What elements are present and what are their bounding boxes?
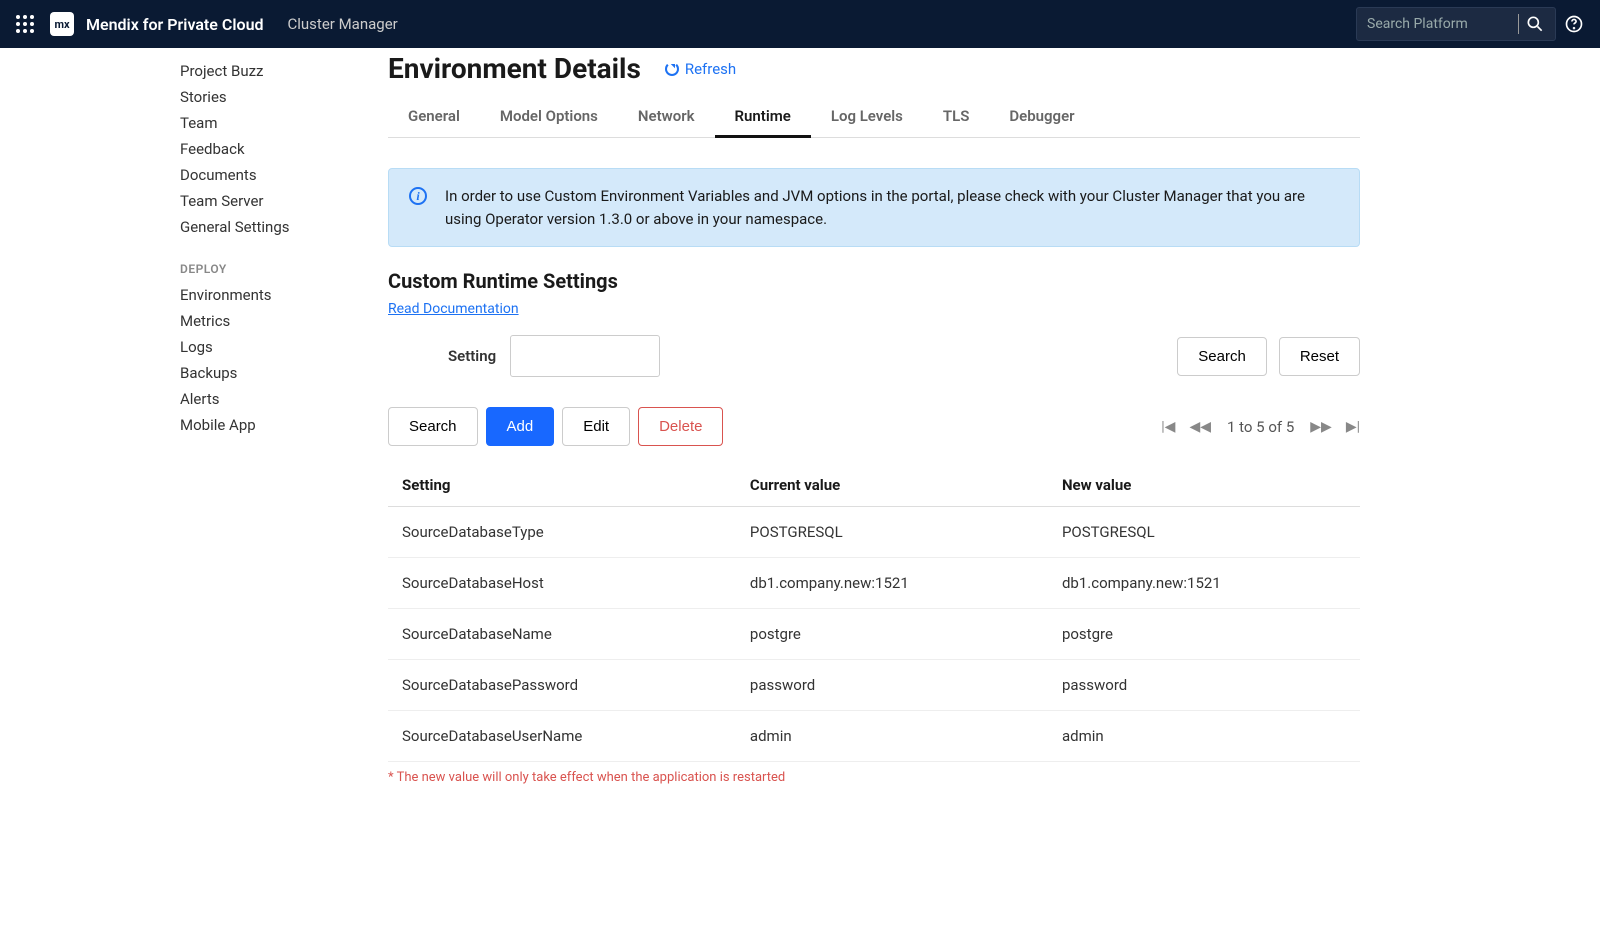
pagination-text: 1 to 5 of 5 [1227, 418, 1294, 436]
first-page-icon[interactable]: |◀ [1161, 419, 1175, 435]
sidebar-item-stories[interactable]: Stories [180, 84, 388, 110]
search-platform-input[interactable]: Search Platform [1356, 7, 1556, 41]
next-page-icon[interactable]: ▶▶ [1310, 419, 1332, 435]
apps-menu-icon[interactable] [16, 15, 34, 33]
cell-setting: SourceDatabaseType [388, 507, 736, 558]
search-divider [1518, 14, 1519, 34]
last-page-icon[interactable]: ▶| [1346, 419, 1360, 435]
cell-new: POSTGRESQL [1048, 507, 1360, 558]
refresh-button[interactable]: Refresh [665, 60, 736, 78]
table-header-new-value: New value [1048, 464, 1360, 507]
search-button[interactable]: Search [1177, 337, 1267, 376]
tab-tls[interactable]: TLS [923, 95, 989, 137]
main-content: Environment Details Refresh GeneralModel… [388, 48, 1408, 825]
info-banner: i In order to use Custom Environment Var… [388, 168, 1360, 247]
cell-current: postgre [736, 609, 1048, 660]
setting-input[interactable] [510, 335, 660, 377]
sidebar-item-environments[interactable]: Environments [180, 282, 388, 308]
sidebar-item-project-buzz[interactable]: Project Buzz [180, 58, 388, 84]
table-header-setting: Setting [388, 464, 736, 507]
add-button[interactable]: Add [486, 407, 555, 446]
read-documentation-link[interactable]: Read Documentation [388, 301, 519, 317]
tab-log-levels[interactable]: Log Levels [811, 95, 923, 137]
sidebar-item-general-settings[interactable]: General Settings [180, 214, 388, 240]
cell-new: postgre [1048, 609, 1360, 660]
info-banner-text: In order to use Custom Environment Varia… [445, 185, 1339, 230]
table-search-button[interactable]: Search [388, 407, 478, 446]
mendix-logo[interactable]: mx [50, 12, 74, 36]
header-subtitle[interactable]: Cluster Manager [288, 15, 398, 33]
cell-setting: SourceDatabaseName [388, 609, 736, 660]
tabs: GeneralModel OptionsNetworkRuntimeLog Le… [388, 95, 1360, 138]
sidebar-item-team[interactable]: Team [180, 110, 388, 136]
header-title: Mendix for Private Cloud [86, 15, 264, 34]
sidebar-item-metrics[interactable]: Metrics [180, 308, 388, 334]
pagination: |◀ ◀◀ 1 to 5 of 5 ▶▶ ▶| [1161, 418, 1360, 436]
cell-setting: SourceDatabaseHost [388, 558, 736, 609]
refresh-label: Refresh [685, 60, 736, 78]
setting-label: Setting [448, 347, 496, 365]
cell-new: password [1048, 660, 1360, 711]
tab-model-options[interactable]: Model Options [480, 95, 618, 137]
cell-current: password [736, 660, 1048, 711]
cell-setting: SourceDatabasePassword [388, 660, 736, 711]
table-row[interactable]: SourceDatabasePasswordpasswordpassword [388, 660, 1360, 711]
cell-setting: SourceDatabaseUserName [388, 711, 736, 762]
sidebar-item-logs[interactable]: Logs [180, 334, 388, 360]
app-header: mx Mendix for Private Cloud Cluster Mana… [0, 0, 1600, 48]
sidebar-item-feedback[interactable]: Feedback [180, 136, 388, 162]
tab-general[interactable]: General [388, 95, 480, 137]
section-heading: Custom Runtime Settings [388, 269, 1360, 293]
sidebar-item-backups[interactable]: Backups [180, 360, 388, 386]
table-row[interactable]: SourceDatabaseNamepostgrepostgre [388, 609, 1360, 660]
delete-button[interactable]: Delete [638, 407, 723, 446]
sidebar-item-documents[interactable]: Documents [180, 162, 388, 188]
cell-new: admin [1048, 711, 1360, 762]
table-header-current-value: Current value [736, 464, 1048, 507]
sidebar-item-alerts[interactable]: Alerts [180, 386, 388, 412]
table-row[interactable]: SourceDatabaseHostdb1.company.new:1521db… [388, 558, 1360, 609]
search-icon[interactable] [1525, 14, 1545, 34]
prev-page-icon[interactable]: ◀◀ [1189, 419, 1211, 435]
help-icon[interactable] [1564, 14, 1584, 34]
cell-new: db1.company.new:1521 [1048, 558, 1360, 609]
refresh-icon [665, 62, 679, 76]
tab-debugger[interactable]: Debugger [989, 95, 1094, 137]
cell-current: POSTGRESQL [736, 507, 1048, 558]
settings-table: SettingCurrent valueNew value SourceData… [388, 464, 1360, 762]
edit-button[interactable]: Edit [562, 407, 630, 446]
sidebar: Project BuzzStoriesTeamFeedbackDocuments… [0, 48, 388, 825]
reset-button[interactable]: Reset [1279, 337, 1360, 376]
cell-current: admin [736, 711, 1048, 762]
table-row[interactable]: SourceDatabaseTypePOSTGRESQLPOSTGRESQL [388, 507, 1360, 558]
page-title: Environment Details [388, 52, 641, 85]
sidebar-section-deploy: DEPLOY [180, 240, 388, 282]
tab-network[interactable]: Network [618, 95, 715, 137]
sidebar-item-mobile-app[interactable]: Mobile App [180, 412, 388, 438]
cell-current: db1.company.new:1521 [736, 558, 1048, 609]
info-icon: i [409, 187, 427, 205]
tab-runtime[interactable]: Runtime [715, 95, 811, 137]
search-placeholder: Search Platform [1367, 16, 1468, 32]
sidebar-item-team-server[interactable]: Team Server [180, 188, 388, 214]
table-footnote: * The new value will only take effect wh… [388, 762, 1360, 785]
table-row[interactable]: SourceDatabaseUserNameadminadmin [388, 711, 1360, 762]
